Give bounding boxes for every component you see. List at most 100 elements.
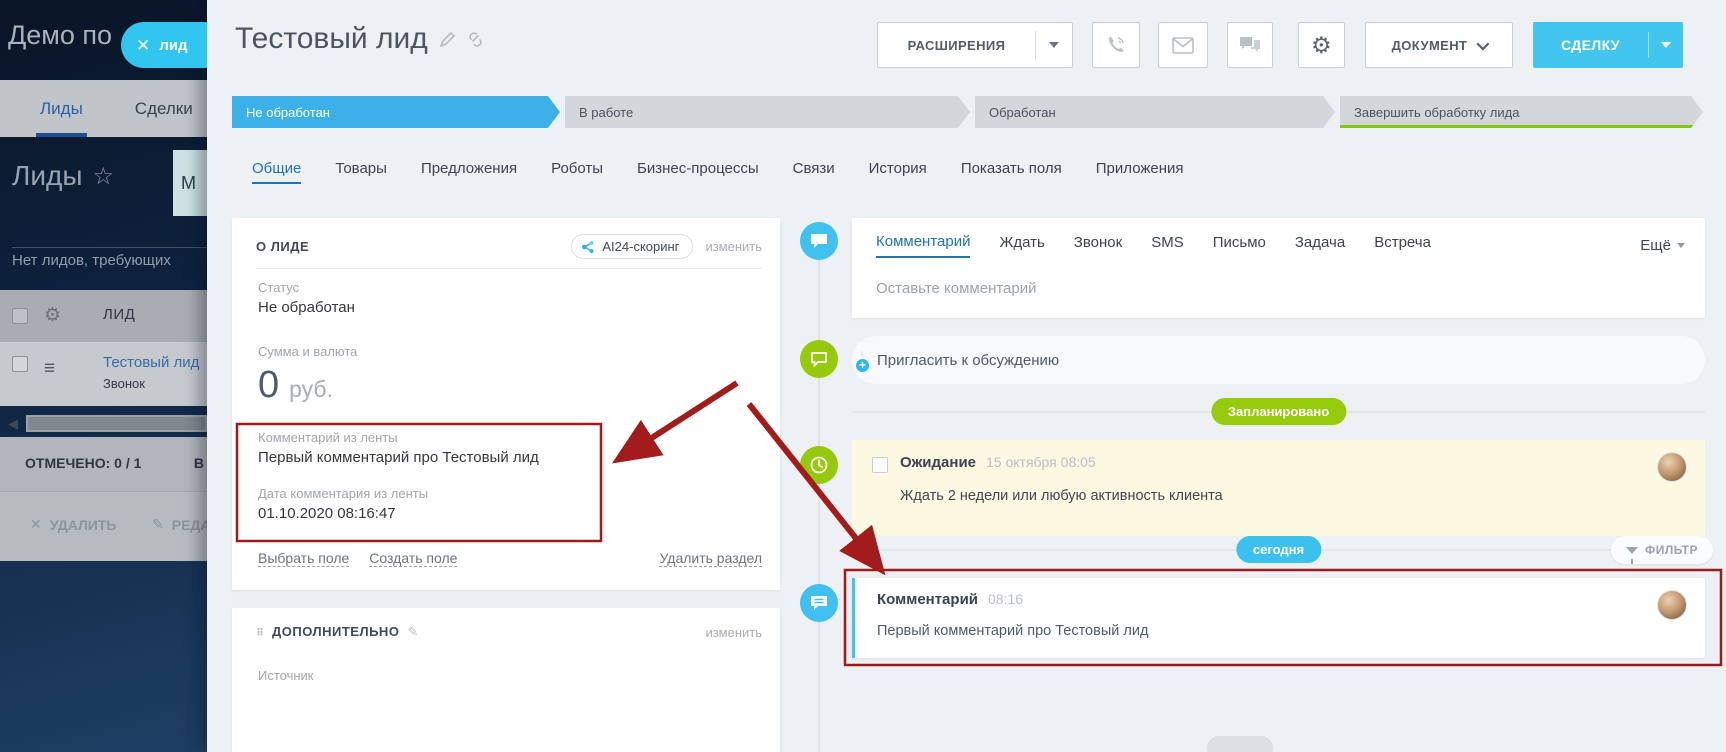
total-label: В	[193, 455, 204, 471]
view-switch-button[interactable]: М	[173, 150, 207, 216]
ai-scoring-button[interactable]: AI24-скоринг	[571, 234, 694, 259]
favorite-star-icon[interactable]: ☆	[92, 162, 114, 191]
tltab-meeting[interactable]: Встреча	[1374, 234, 1431, 257]
horizontal-scrollbar[interactable]	[26, 415, 207, 432]
chevron-down-icon	[1476, 37, 1490, 50]
email-button[interactable]	[1158, 22, 1208, 68]
timeline-discussion-icon	[800, 340, 838, 378]
tab-products[interactable]: Товары	[335, 160, 387, 184]
molecule-icon	[582, 240, 594, 253]
item-title[interactable]: Ожидание	[900, 454, 976, 471]
select-field-link[interactable]: Выбрать поле	[258, 550, 350, 567]
gear-icon: ⚙	[1310, 31, 1333, 58]
delete-section-link[interactable]: Удалить раздел	[659, 550, 762, 567]
copy-link-icon[interactable]	[467, 31, 484, 47]
create-deal-button[interactable]: СДЕЛКУ	[1533, 22, 1683, 68]
filter-button[interactable]: ФИЛЬТР	[1610, 536, 1713, 564]
chevron-down-icon[interactable]	[1649, 42, 1683, 48]
leads-page-title: Лиды ☆	[12, 160, 114, 191]
edit-section-link[interactable]: изменить	[705, 239, 762, 254]
grid-actions-bar: ✕ УДАЛИТЬ ✎ РЕДАК	[0, 491, 219, 561]
grid-settings-gear-icon[interactable]: ⚙	[44, 304, 61, 327]
tltab-comment[interactable]: Комментарий	[876, 233, 971, 258]
comment-input[interactable]: Оставьте комментарий	[876, 280, 1037, 297]
tltab-call[interactable]: Звонок	[1074, 234, 1122, 257]
extensions-button[interactable]: РАСШИРЕНИЯ	[877, 22, 1073, 68]
tab-bizproc[interactable]: Бизнес-процессы	[637, 160, 759, 184]
lead-row-subtitle: Звонок	[103, 376, 145, 391]
row-menu-icon[interactable]: ≡	[44, 358, 55, 380]
divider	[12, 247, 207, 248]
tltab-task[interactable]: Задача	[1295, 234, 1345, 257]
section-title: ⠿ ДОПОЛНИТЕЛЬНО ✎	[256, 624, 419, 639]
tab-apps[interactable]: Приложения	[1096, 160, 1184, 184]
stage-pipeline: Не обработан В работе Обработан Завершит…	[232, 96, 1703, 128]
field-label: Сумма и валюта	[258, 344, 358, 359]
delete-button[interactable]: ✕ УДАЛИТЬ	[30, 516, 117, 533]
complete-checkbox[interactable]	[872, 457, 888, 473]
chevron-down-icon[interactable]	[1036, 42, 1072, 48]
phone-icon	[1109, 37, 1124, 52]
stage-processed[interactable]: Обработан	[975, 96, 1335, 128]
scrollbar-thumb[interactable]	[28, 417, 205, 430]
field-label: Комментарий из ленты	[258, 430, 398, 445]
waiting-item-card: Ожидание 15 октября 08:05 Ждать 2 недели…	[852, 440, 1705, 536]
item-body: Первый комментарий про Тестовый лид	[877, 623, 1149, 639]
today-separator: сегодня ФИЛЬТР	[852, 536, 1713, 564]
counter-empty-text: Нет лидов, требующих	[12, 252, 171, 269]
drag-handle-icon[interactable]: ⠿	[256, 629, 264, 639]
avatar	[1657, 452, 1687, 482]
nav-tab-deals[interactable]: Сделки	[135, 80, 193, 137]
invite-to-discussion-row[interactable]: + Пригласить к обсуждению	[852, 336, 1705, 384]
row-checkbox[interactable]	[12, 356, 28, 372]
page-title: Тестовый лид	[235, 22, 484, 56]
select-all-checkbox[interactable]	[12, 308, 28, 324]
stage-not-processed[interactable]: Не обработан	[232, 96, 560, 128]
timeline-editor-card: Комментарий Ждать Звонок SMS Письмо Зада…	[852, 218, 1705, 318]
feed-comment-date-value: 01.10.2020 08:16:47	[258, 505, 396, 522]
scroll-left-arrow[interactable]: ◀	[8, 416, 18, 432]
tltab-more[interactable]: Ещё	[1640, 237, 1685, 254]
chat-button[interactable]	[1227, 22, 1273, 68]
detail-tabs: Общие Товары Предложения Роботы Бизнес-п…	[252, 160, 1184, 184]
tab-show-fields[interactable]: Показать поля	[961, 160, 1062, 184]
selection-summary-strip: ОТМЕЧЕНО: 0 / 1 В	[0, 437, 207, 491]
timeline-wait-clock-icon	[800, 446, 838, 484]
tab-history[interactable]: История	[869, 160, 927, 184]
nav-tab-leads[interactable]: Лиды	[36, 80, 87, 137]
tltab-mail[interactable]: Письмо	[1213, 234, 1266, 257]
slider-tab-label: лид	[159, 36, 188, 54]
create-field-link[interactable]: Создать поле	[369, 550, 458, 567]
tltab-wait[interactable]: Ждать	[999, 234, 1044, 257]
item-datetime: 15 октября 08:05	[986, 454, 1096, 470]
feed-comment-value: Первый комментарий про Тестовый лид	[258, 449, 539, 466]
timeline-line	[818, 240, 820, 752]
funnel-icon	[1625, 546, 1638, 564]
tab-links[interactable]: Связи	[793, 160, 835, 184]
about-lead-card: О ЛИДЕ AI24-скоринг изменить Статус Не о…	[232, 218, 780, 590]
item-title[interactable]: Комментарий	[877, 591, 978, 608]
stage-finish[interactable]: Завершить обработку лида	[1340, 96, 1703, 128]
table-row: ≡ Тестовый лид Звонок	[0, 342, 207, 406]
slider-close-tab[interactable]: ✕ лид	[121, 22, 207, 68]
envelope-icon	[1172, 36, 1194, 54]
document-button[interactable]: ДОКУМЕНТ	[1365, 22, 1513, 68]
grid-header-row: ⚙ ЛИД	[0, 290, 207, 342]
timeline-comment-icon	[800, 584, 838, 622]
tab-quotes[interactable]: Предложения	[421, 160, 517, 184]
edit-section-link[interactable]: изменить	[705, 625, 762, 640]
edit-title-pencil-icon[interactable]	[439, 31, 455, 47]
section-title: О ЛИДЕ	[256, 239, 310, 254]
tab-general[interactable]: Общие	[252, 160, 302, 184]
tltab-sms[interactable]: SMS	[1151, 234, 1184, 257]
pencil-icon[interactable]: ✎	[407, 624, 418, 639]
lead-row-link[interactable]: Тестовый лид	[103, 354, 199, 371]
crm-nav-bar: Лиды Сделки	[0, 80, 207, 137]
settings-button[interactable]: ⚙	[1298, 22, 1345, 68]
tab-robots[interactable]: Роботы	[551, 160, 603, 184]
amount-value: 0 руб.	[258, 364, 333, 406]
close-icon[interactable]: ✕	[136, 37, 150, 54]
divider	[256, 268, 762, 269]
stage-in-progress[interactable]: В работе	[565, 96, 970, 128]
call-button[interactable]	[1092, 22, 1140, 68]
